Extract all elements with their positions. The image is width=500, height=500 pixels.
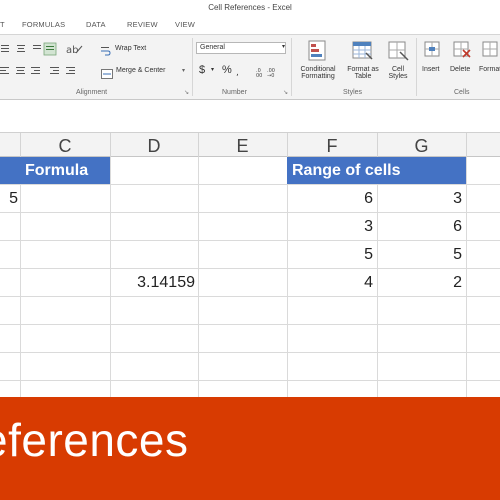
cell-f4[interactable]: 5 — [287, 241, 373, 268]
insert-button[interactable]: Insert — [422, 66, 440, 73]
merge-center-button[interactable]: Merge & Center — [116, 67, 165, 74]
conditional-formatting-line1: Conditional — [300, 66, 336, 73]
cell-g2[interactable]: 3 — [377, 185, 462, 212]
currency-dropdown-arrow[interactable]: ▾ — [211, 66, 214, 73]
row-gridline — [0, 324, 500, 325]
format-as-table-line2: Table — [354, 73, 372, 80]
cell-styles-line2: Styles — [388, 73, 408, 80]
group-separator — [416, 38, 417, 96]
cell-styles-line1: Cell — [391, 66, 405, 73]
row-gridline — [0, 380, 500, 381]
number-group-label: Number — [222, 89, 247, 96]
format-cells-icon — [482, 40, 500, 62]
column-header-d[interactable]: D — [110, 136, 198, 156]
cell-d5[interactable]: 3.14159 — [110, 269, 195, 296]
styles-group-label: Styles — [343, 89, 363, 96]
wrap-text-icon — [101, 43, 111, 56]
ribbon-tab-row — [0, 18, 500, 34]
row-gridline — [0, 352, 500, 353]
format-as-table-icon — [352, 40, 374, 62]
column-header-g[interactable]: G — [377, 136, 466, 156]
alignment-dialog-launcher[interactable]: ↘ — [184, 89, 189, 96]
cell-g3[interactable]: 6 — [377, 213, 462, 240]
wrap-text-button[interactable]: Wrap Text — [115, 45, 146, 52]
header-cell-partial[interactable] — [0, 157, 20, 184]
delete-button[interactable]: Delete — [450, 66, 470, 73]
header-cell-formula[interactable]: Formula — [20, 157, 110, 184]
tab-view[interactable]: VIEW — [175, 20, 195, 29]
percent-button[interactable]: % — [222, 64, 232, 76]
banner-title: eferences — [0, 414, 189, 466]
number-dialog-launcher[interactable]: ↘ — [283, 89, 288, 96]
column-header-f[interactable]: F — [287, 136, 377, 156]
conditional-formatting-icon — [308, 40, 328, 62]
window-title: Cell References - Excel — [208, 3, 292, 12]
svg-text:ab: ab — [66, 45, 78, 56]
column-header-e[interactable]: E — [198, 136, 287, 156]
tab-data[interactable]: DATA — [86, 20, 106, 29]
format-button[interactable]: Format — [479, 66, 500, 73]
column-header-c[interactable]: C — [20, 136, 110, 156]
tab-insert-partial[interactable]: T — [0, 20, 5, 29]
number-format-dropdown[interactable]: General — [196, 42, 286, 54]
tab-formulas[interactable]: FORMULAS — [22, 20, 65, 29]
delete-cells-icon — [453, 40, 471, 62]
cell-f5[interactable]: 4 — [287, 269, 373, 296]
format-as-table-line1: Format as — [347, 66, 379, 73]
column-gridline — [466, 157, 467, 397]
cells-group-label: Cells — [454, 89, 470, 96]
column-gridline — [20, 157, 21, 397]
orientation-icon[interactable]: ab — [64, 42, 84, 56]
cell-f2[interactable]: 6 — [287, 185, 373, 212]
column-separator[interactable] — [466, 133, 467, 157]
conditional-formatting-button[interactable]: Conditional Formatting — [296, 66, 340, 80]
vertical-align-buttons[interactable] — [0, 42, 60, 56]
alignment-group-label: Alignment — [76, 89, 108, 96]
cell-styles-icon — [388, 40, 410, 62]
svg-text:→0: →0 — [267, 73, 274, 78]
tab-review[interactable]: REVIEW — [127, 20, 158, 29]
formula-bar-area — [0, 100, 500, 133]
row-gridline — [0, 296, 500, 297]
cell-styles-button[interactable]: Cell Styles — [383, 66, 413, 80]
cell-f3[interactable]: 3 — [287, 213, 373, 240]
header-cell-range-of-cells[interactable]: Range of cells — [287, 157, 466, 184]
cell-g4[interactable]: 5 — [377, 241, 462, 268]
group-separator — [192, 38, 193, 96]
cell-b2[interactable]: 5 — [0, 185, 18, 212]
svg-text:00: 00 — [256, 73, 262, 78]
number-format-value: General — [200, 44, 225, 51]
chevron-down-icon[interactable]: ▾ — [282, 43, 285, 50]
horizontal-align-buttons[interactable] — [0, 64, 95, 78]
group-separator — [291, 38, 292, 96]
merge-center-icon — [101, 66, 113, 79]
conditional-formatting-line2: Formatting — [301, 73, 335, 80]
column-gridline — [198, 157, 199, 397]
format-as-table-button[interactable]: Format as Table — [343, 66, 383, 80]
merge-dropdown-arrow[interactable]: ▾ — [182, 67, 185, 74]
comma-decimal-buttons[interactable]: , .0 00.00 →0 — [236, 64, 276, 79]
cell-g5[interactable]: 2 — [377, 269, 462, 296]
currency-button[interactable]: $ — [199, 64, 205, 76]
svg-text:,: , — [236, 68, 239, 78]
insert-cells-icon — [424, 40, 442, 62]
